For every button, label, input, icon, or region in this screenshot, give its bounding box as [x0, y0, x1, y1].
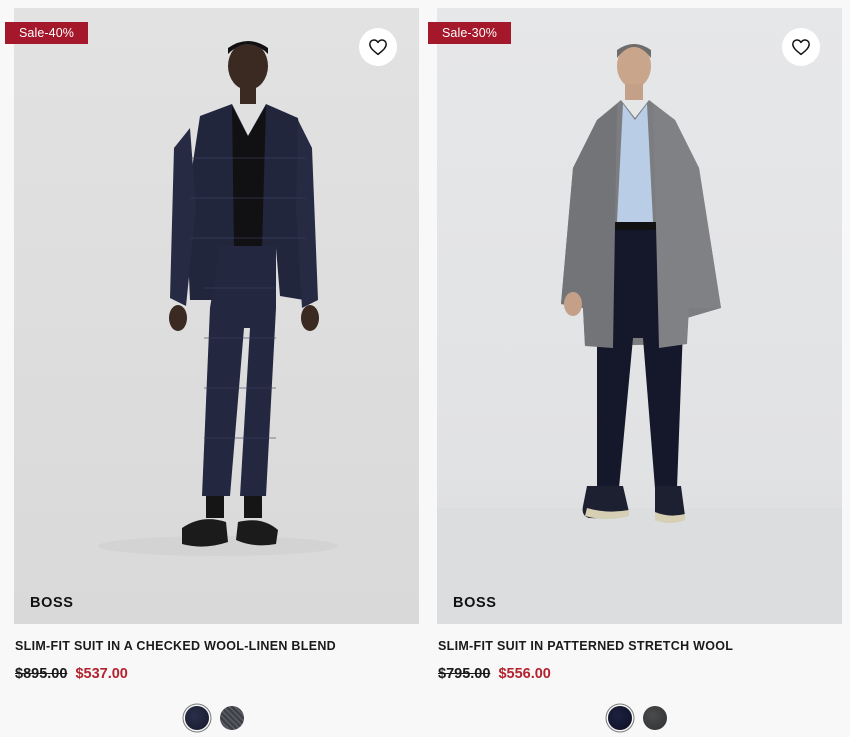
model-photo [437, 44, 842, 624]
original-price: $795.00 [438, 666, 491, 682]
color-swatch-charcoal[interactable] [643, 706, 667, 730]
color-swatch-navy[interactable] [185, 706, 209, 730]
product-image[interactable] [437, 8, 842, 624]
color-swatch-navy[interactable] [608, 706, 632, 730]
sale-badge: Sale-30% [428, 22, 511, 44]
product-title[interactable]: SLIM-FIT SUIT IN PATTERNED STRETCH WOOL [438, 639, 733, 653]
model-photo [98, 41, 338, 556]
wishlist-button[interactable] [782, 28, 820, 66]
product-title[interactable]: SLIM-FIT SUIT IN A CHECKED WOOL-LINEN BL… [15, 639, 336, 653]
sale-price: $537.00 [75, 666, 128, 682]
color-swatches [608, 706, 667, 730]
wishlist-button[interactable] [359, 28, 397, 66]
brand-label: BOSS [453, 595, 497, 611]
sale-price: $556.00 [498, 666, 551, 682]
heart-outline-icon [792, 39, 810, 56]
brand-label: BOSS [30, 595, 74, 611]
original-price: $895.00 [15, 666, 68, 682]
heart-outline-icon [369, 39, 387, 56]
sale-badge: Sale-40% [5, 22, 88, 44]
color-swatch-grey-check[interactable] [220, 706, 244, 730]
product-price: $795.00 $556.00 [438, 666, 551, 682]
product-grid: Sale-40% BOSS SLIM-FIT SUIT IN A CHECKED… [0, 0, 850, 737]
product-image[interactable] [14, 8, 419, 624]
product-card[interactable]: Sale-30% BOSS SLIM-FIT SUIT IN PATTERNED… [423, 0, 843, 737]
product-price: $895.00 $537.00 [15, 666, 128, 682]
product-card[interactable]: Sale-40% BOSS SLIM-FIT SUIT IN A CHECKED… [0, 0, 420, 737]
color-swatches [185, 706, 244, 730]
